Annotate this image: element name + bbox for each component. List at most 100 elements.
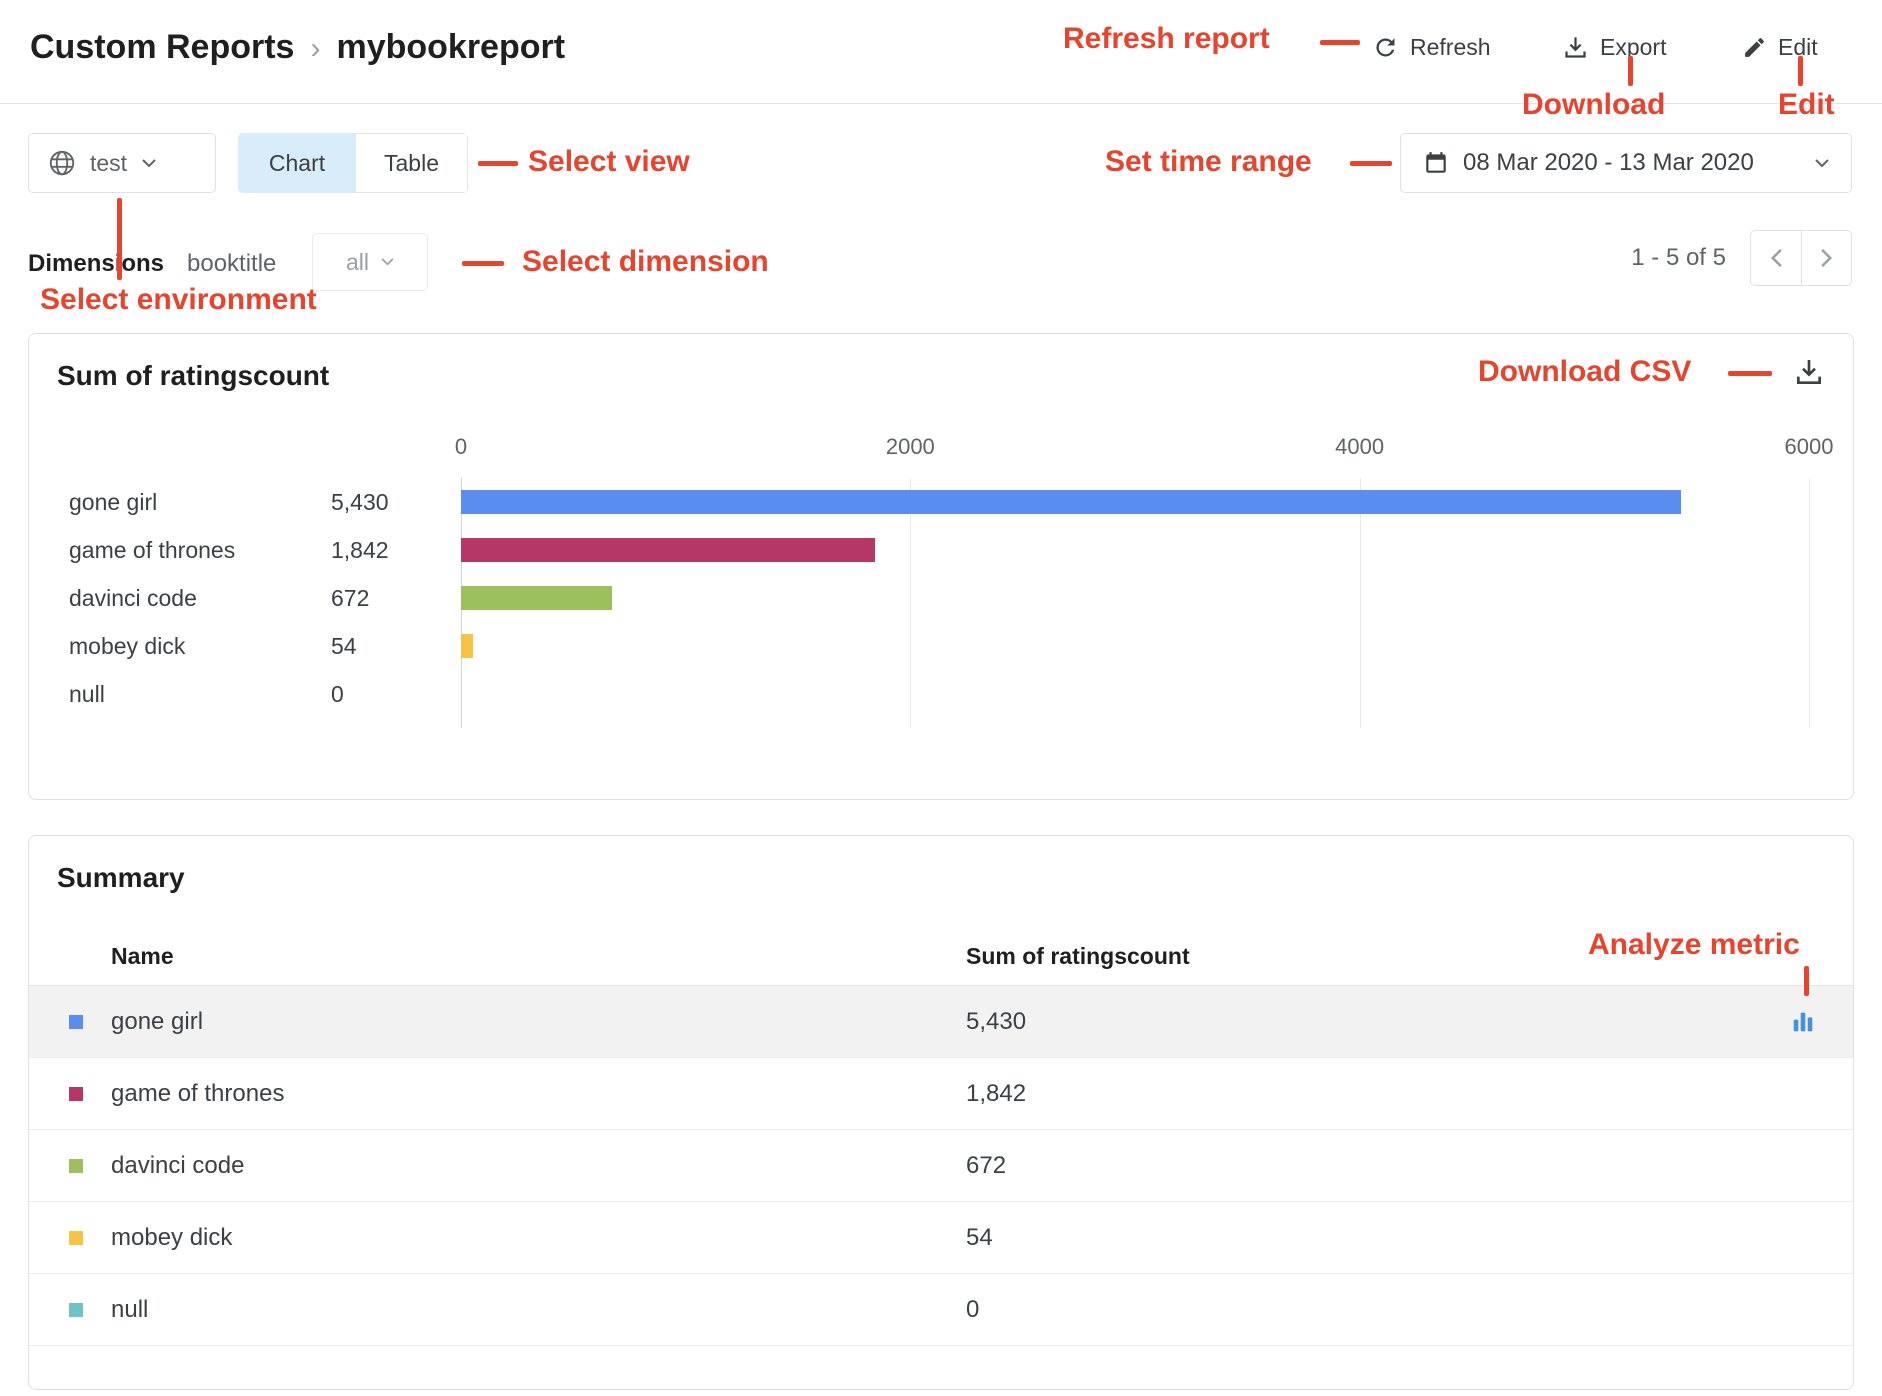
chart-row: null0 bbox=[69, 670, 1809, 718]
table-row: null0 bbox=[29, 1274, 1853, 1346]
row-name: game of thrones bbox=[111, 1080, 966, 1108]
dimension-value: all bbox=[346, 249, 369, 276]
chart-bar bbox=[461, 586, 612, 610]
annotation-line bbox=[1798, 56, 1803, 86]
refresh-button[interactable]: Refresh bbox=[1372, 34, 1491, 61]
tab-chart[interactable]: Chart bbox=[238, 133, 356, 193]
chart-row: davinci code672 bbox=[69, 574, 1809, 622]
dimension-value-dropdown[interactable]: all bbox=[312, 233, 428, 291]
chevron-down-icon bbox=[381, 258, 394, 266]
annotation-set-time-range: Set time range bbox=[1105, 145, 1312, 179]
chart-track bbox=[461, 586, 1809, 610]
table-row: gone girl5,430 bbox=[29, 986, 1853, 1058]
series-color-swatch bbox=[69, 1087, 83, 1101]
refresh-label: Refresh bbox=[1410, 34, 1491, 61]
chart-category-label: gone girl bbox=[69, 489, 331, 516]
chart-rows: gone girl5,430game of thrones1,842davinc… bbox=[69, 478, 1809, 718]
edit-button[interactable]: Edit bbox=[1742, 34, 1818, 61]
column-header-value: Sum of ratingscount bbox=[966, 943, 1190, 970]
axis-tick-label: 4000 bbox=[1335, 434, 1384, 460]
view-toggle: Chart Table bbox=[238, 133, 468, 193]
chart-value-label: 0 bbox=[331, 681, 461, 708]
chart-card: Sum of ratingscount 0 2000 4000 6000 gone g… bbox=[28, 333, 1854, 800]
chart-track bbox=[461, 682, 1809, 706]
dimension-name: booktitle bbox=[187, 250, 276, 278]
environment-label: test bbox=[90, 150, 127, 177]
calendar-icon bbox=[1423, 150, 1449, 176]
chart-row: game of thrones1,842 bbox=[69, 526, 1809, 574]
table-row: game of thrones1,842 bbox=[29, 1058, 1853, 1130]
date-range-picker[interactable]: 08 Mar 2020 - 13 Mar 2020 bbox=[1400, 133, 1852, 193]
series-color-swatch bbox=[69, 1231, 83, 1245]
pagination-buttons bbox=[1750, 230, 1852, 286]
annotation-refresh-report: Refresh report bbox=[1063, 22, 1270, 56]
row-name: gone girl bbox=[111, 1008, 966, 1036]
chart-value-label: 5,430 bbox=[331, 489, 461, 516]
chart-axis: 0200040006000 bbox=[461, 434, 1809, 468]
series-color-swatch bbox=[69, 1303, 83, 1317]
chart-row: mobey dick54 bbox=[69, 622, 1809, 670]
annotation-select-environment: Select environment bbox=[40, 283, 317, 317]
environment-dropdown[interactable]: test bbox=[28, 133, 216, 193]
series-color-swatch bbox=[69, 1159, 83, 1173]
chart-row: gone girl5,430 bbox=[69, 478, 1809, 526]
annotation-select-dimension: Select dimension bbox=[522, 245, 769, 279]
axis-tick-label: 2000 bbox=[886, 434, 935, 460]
breadcrumb-separator-icon: › bbox=[310, 30, 320, 66]
annotation-analyze-metric: Analyze metric bbox=[1588, 928, 1800, 962]
previous-page-button[interactable] bbox=[1751, 231, 1801, 285]
table-row: mobey dick54 bbox=[29, 1202, 1853, 1274]
chart-track bbox=[461, 538, 1809, 562]
chart-title: Sum of ratingscount bbox=[57, 360, 329, 392]
annotation-line bbox=[1350, 161, 1392, 166]
gridline bbox=[1809, 478, 1810, 728]
axis-tick-label: 6000 bbox=[1785, 434, 1834, 460]
custom-report-page: Custom Reports › mybookreport Refresh Ex… bbox=[0, 0, 1882, 1396]
row-value: 0 bbox=[966, 1296, 979, 1324]
annotation-line bbox=[1628, 56, 1633, 86]
next-page-button[interactable] bbox=[1801, 231, 1851, 285]
row-value: 1,842 bbox=[966, 1080, 1026, 1108]
annotation-line bbox=[1804, 966, 1809, 996]
chart-bar bbox=[461, 538, 875, 562]
annotation-line bbox=[478, 161, 518, 166]
pagination: 1 - 5 of 5 bbox=[1631, 230, 1852, 286]
chart-track bbox=[461, 490, 1809, 514]
pencil-icon bbox=[1742, 35, 1767, 60]
dimensions-label: Dimensions bbox=[28, 250, 164, 278]
breadcrumb-custom-reports[interactable]: Custom Reports bbox=[30, 28, 294, 67]
chart-value-label: 54 bbox=[331, 633, 461, 660]
chart-category-label: null bbox=[69, 681, 331, 708]
download-icon bbox=[1562, 34, 1589, 61]
export-label: Export bbox=[1600, 34, 1666, 61]
row-value: 54 bbox=[966, 1224, 993, 1252]
analyze-metric-icon[interactable] bbox=[1789, 1008, 1817, 1036]
chart-track bbox=[461, 634, 1809, 658]
bar-chart: 0200040006000 gone girl5,430game of thro… bbox=[29, 434, 1853, 775]
chart-category-label: davinci code bbox=[69, 585, 331, 612]
chart-value-label: 1,842 bbox=[331, 537, 461, 564]
download-csv-icon[interactable] bbox=[1793, 356, 1825, 388]
annotation-line bbox=[1320, 40, 1360, 45]
chevron-down-icon bbox=[1815, 159, 1829, 168]
tab-table[interactable]: Table bbox=[356, 133, 468, 193]
date-range-label: 08 Mar 2020 - 13 Mar 2020 bbox=[1463, 149, 1754, 177]
column-header-name: Name bbox=[111, 943, 966, 970]
annotation-line bbox=[117, 198, 122, 280]
chart-bar bbox=[461, 490, 1681, 514]
axis-tick-label: 0 bbox=[455, 434, 467, 460]
chart-category-label: mobey dick bbox=[69, 633, 331, 660]
series-color-swatch bbox=[69, 1015, 83, 1029]
row-name: null bbox=[111, 1296, 966, 1324]
pagination-label: 1 - 5 of 5 bbox=[1631, 244, 1726, 272]
table-row: davinci code672 bbox=[29, 1130, 1853, 1202]
chart-category-label: game of thrones bbox=[69, 537, 331, 564]
page-title: mybookreport bbox=[336, 28, 565, 67]
annotation-line bbox=[1728, 371, 1772, 376]
breadcrumb: Custom Reports › mybookreport bbox=[30, 28, 565, 67]
summary-title: Summary bbox=[57, 862, 185, 894]
row-value: 5,430 bbox=[966, 1008, 1026, 1036]
export-button[interactable]: Export bbox=[1562, 34, 1666, 61]
row-name: davinci code bbox=[111, 1152, 966, 1180]
annotation-download: Download bbox=[1522, 88, 1665, 122]
